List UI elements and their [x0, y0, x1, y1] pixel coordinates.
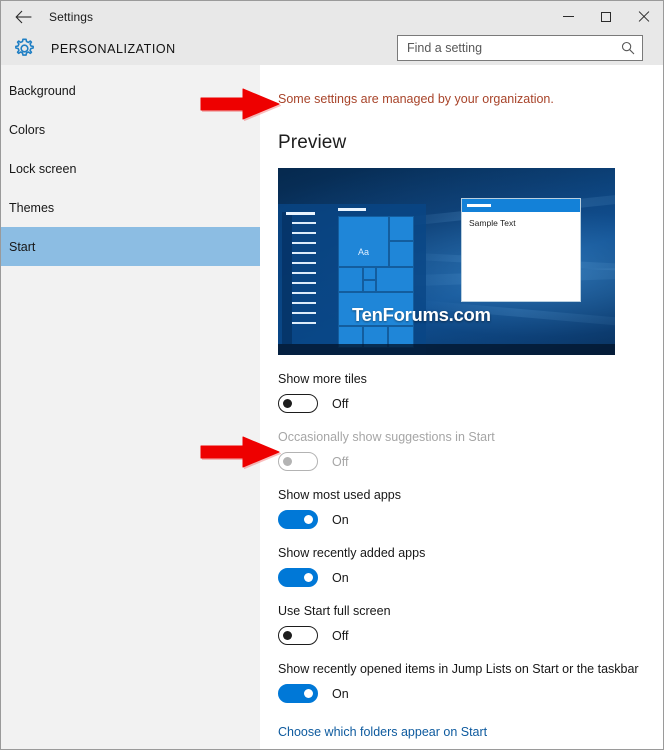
toggle-row: Off [278, 394, 663, 413]
setting-show-suggestions: Occasionally show suggestions in Start O… [278, 430, 663, 471]
window-controls [549, 1, 663, 32]
back-button[interactable] [1, 1, 45, 32]
setting-use-start-full-screen: Use Start full screen Off [278, 604, 663, 645]
preview-app-list-line [292, 252, 316, 254]
page-title: PERSONALIZATION [51, 41, 176, 56]
toggle-state-label: On [332, 512, 349, 527]
sidebar-item-themes[interactable]: Themes [1, 188, 260, 227]
sidebar-item-start[interactable]: Start [1, 227, 260, 266]
preview-heading: Preview [278, 132, 347, 153]
preview-tile [389, 241, 414, 267]
start-preview-image: Aa Sample Text TenForums.com [278, 168, 615, 355]
toggle-row: Off [278, 626, 663, 645]
toggle-knob [304, 514, 313, 524]
window-title: Settings [49, 9, 94, 24]
preview-tile-label: Aa [358, 247, 370, 257]
preview-app-list-line [292, 322, 316, 324]
maximize-button[interactable] [587, 1, 625, 32]
sidebar-item-label: Background [9, 83, 76, 98]
close-button[interactable] [625, 1, 663, 32]
search-box[interactable] [397, 35, 643, 61]
sidebar-item-label: Themes [9, 200, 55, 215]
preview-app-list-line [292, 282, 316, 284]
setting-label: Occasionally show suggestions in Start [278, 430, 495, 444]
toggle-row: On [278, 568, 663, 587]
show-most-used-apps-toggle[interactable] [278, 510, 318, 529]
toggle-row: Off [278, 452, 663, 471]
setting-label: Show more tiles [278, 372, 367, 386]
sidebar-item-label: Colors [9, 122, 46, 137]
setting-label: Show recently opened items in Jump Lists… [278, 662, 639, 676]
show-recently-opened-items-toggle[interactable] [278, 684, 318, 703]
preview-taskbar [278, 344, 615, 355]
preview-tile-grid: Aa [338, 216, 414, 348]
suggestions-toggle [278, 452, 318, 471]
page-header: PERSONALIZATION [1, 32, 663, 65]
preview-app-list-line [292, 312, 316, 314]
setting-label: Show most used apps [278, 488, 401, 502]
toggle-row: On [278, 684, 663, 703]
setting-show-recently-opened-items: Show recently opened items in Jump Lists… [278, 662, 663, 703]
sidebar-item-colors[interactable]: Colors [1, 110, 260, 149]
minimize-icon [562, 16, 574, 17]
sidebar: Background Colors Lock screen Themes Sta… [1, 65, 260, 749]
sidebar-item-background[interactable]: Background [1, 71, 260, 110]
toggle-state-label: Off [332, 628, 349, 643]
preview-tile: Aa [338, 216, 389, 267]
preview-sample-window-text: Sample Text [469, 218, 516, 228]
close-icon [638, 11, 650, 23]
preview-app-list-line [292, 242, 316, 244]
toggle-state-label: On [332, 686, 349, 701]
preview-app-list-line [292, 272, 316, 274]
maximize-icon [601, 11, 611, 22]
settings-window: Settings PERSONALIZATION Find a setting … [0, 0, 664, 750]
org-managed-notice: Some settings are managed by your organi… [278, 92, 554, 106]
preview-tile [376, 267, 414, 292]
preview-tile-group-header [338, 208, 366, 211]
show-recently-added-apps-toggle[interactable] [278, 568, 318, 587]
toggle-state-label: On [332, 570, 349, 585]
title-bar: Settings [1, 1, 663, 32]
sidebar-item-label: Lock screen [9, 161, 77, 176]
preview-start-left-rail [282, 212, 292, 344]
toggle-knob [304, 688, 313, 698]
preview-tile [363, 267, 376, 280]
setting-show-most-used-apps: Show most used apps On [278, 488, 663, 529]
use-start-full-screen-toggle[interactable] [278, 626, 318, 645]
preview-sample-window-titlebar [462, 199, 580, 212]
show-more-tiles-toggle[interactable] [278, 394, 318, 413]
toggle-knob [283, 630, 292, 640]
setting-show-more-tiles: Show more tiles Off [278, 372, 663, 413]
preview-app-list-line [292, 232, 316, 234]
preview-account-bar [286, 212, 315, 215]
preview-tile [338, 267, 363, 292]
choose-folders-link[interactable]: Choose which folders appear on Start [278, 725, 487, 739]
preview-tile [389, 216, 414, 241]
sidebar-item-label: Start [9, 239, 36, 254]
setting-label: Show recently added apps [278, 546, 426, 560]
minimize-button[interactable] [549, 1, 587, 32]
sidebar-item-lock-screen[interactable]: Lock screen [1, 149, 260, 188]
toggle-knob [283, 456, 292, 466]
preview-app-list-line [292, 222, 316, 224]
preview-app-list-line [292, 302, 316, 304]
search-input[interactable] [398, 36, 617, 60]
search-icon[interactable] [617, 37, 639, 59]
preview-tile [363, 280, 376, 292]
setting-show-recently-added-apps: Show recently added apps On [278, 546, 663, 587]
toggle-knob [283, 398, 292, 408]
preview-app-list-line [292, 292, 316, 294]
watermark: TenForums.com [352, 304, 491, 325]
toggle-state-label: Off [332, 396, 349, 411]
toggle-state-label: Off [332, 454, 349, 469]
content-pane: Some settings are managed by your organi… [260, 65, 663, 749]
setting-label: Use Start full screen [278, 604, 391, 618]
gear-icon [12, 36, 37, 61]
preview-app-list-line [292, 262, 316, 264]
toggle-knob [304, 572, 313, 582]
preview-sample-window: Sample Text [461, 198, 581, 302]
body: Background Colors Lock screen Themes Sta… [1, 65, 663, 749]
toggle-row: On [278, 510, 663, 529]
